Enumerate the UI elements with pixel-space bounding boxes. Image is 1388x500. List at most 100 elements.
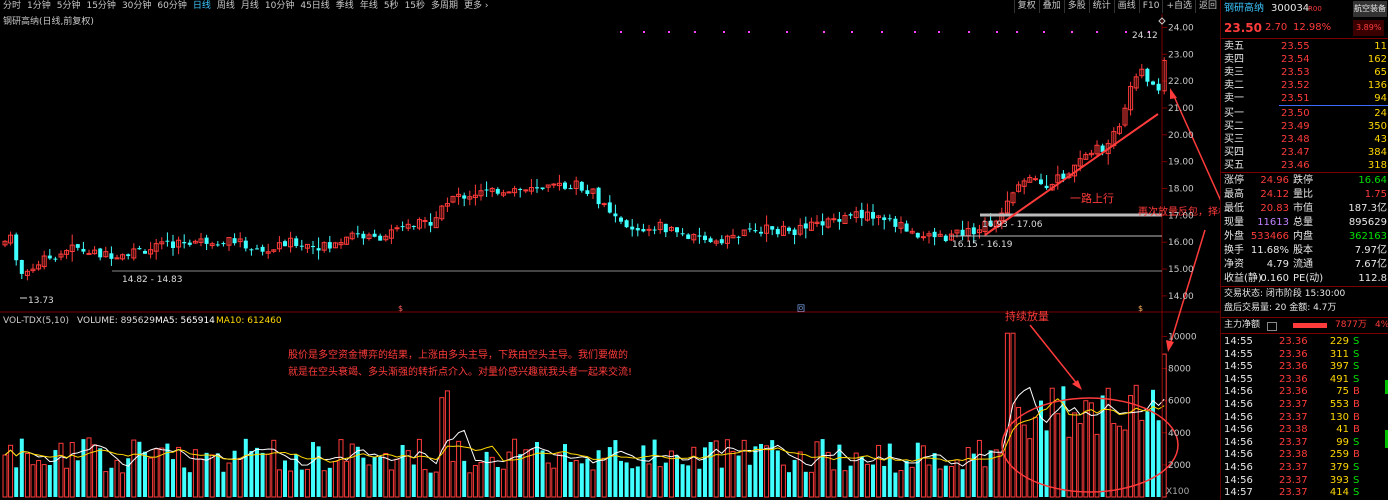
period-tab-2[interactable]: 5分钟 xyxy=(54,0,84,13)
period-tab-4[interactable]: 30分钟 xyxy=(119,0,154,13)
stat-label: 最高 xyxy=(1224,189,1244,200)
period-tab-8[interactable]: 月线 xyxy=(238,0,262,13)
period-tab-9[interactable]: 10分钟 xyxy=(262,0,297,13)
tick-row: 14:56 23.38 259 B xyxy=(1221,448,1388,461)
toolbar-right-button-1[interactable]: 叠加 xyxy=(1038,0,1064,13)
period-tab-13[interactable]: 5秒 xyxy=(381,0,402,13)
orderbook-row[interactable]: 买四 23.47 384 xyxy=(1221,146,1388,159)
tick-volume: 229 xyxy=(1329,336,1349,347)
price-axis-tick: 14.00 xyxy=(1168,292,1194,302)
tick-row: 14:55 23.36 397 S xyxy=(1221,360,1388,373)
toolbar-right-button-0[interactable]: 复权 xyxy=(1013,0,1039,13)
period-tab-1[interactable]: 1分钟 xyxy=(24,0,54,13)
orderbook-price: 23.54 xyxy=(1281,54,1310,65)
period-tab-3[interactable]: 15分钟 xyxy=(83,0,118,13)
orderbook-row[interactable]: 卖四 23.54 162 xyxy=(1221,53,1388,66)
orderbook-row[interactable]: 买一 23.50 24 xyxy=(1221,107,1388,120)
tick-row: 14:56 23.38 41 B xyxy=(1221,423,1388,436)
tick-volume: 311 xyxy=(1329,348,1349,360)
orderbook-row[interactable]: 卖五 23.55 11 xyxy=(1221,40,1388,53)
tick-volume: 99 xyxy=(1336,436,1349,448)
tick-price: 23.37 xyxy=(1279,436,1308,448)
orderbook-row[interactable]: 买三 23.48 43 xyxy=(1221,133,1388,146)
period-tab-11[interactable]: 季线 xyxy=(333,0,357,13)
price-axis-tick: 18.00 xyxy=(1168,185,1194,195)
volume-axis-tick: 2000 xyxy=(1168,461,1191,471)
stat-row: 最高 24.12 量比 1.75 xyxy=(1221,188,1388,201)
orderbook-volume: 11 xyxy=(1374,41,1387,52)
period-tab-15[interactable]: 多周期 xyxy=(428,0,461,13)
tick-side: S xyxy=(1353,348,1360,360)
period-tab-10[interactable]: 45日线 xyxy=(297,0,332,13)
period-tab-0[interactable]: 分时 xyxy=(0,0,24,13)
period-tab-7[interactable]: 周线 xyxy=(214,0,238,13)
orderbook-row[interactable]: 买二 23.49 350 xyxy=(1221,120,1388,133)
tick-time: 14:56 xyxy=(1224,449,1253,461)
vol-unit-label: X100 xyxy=(1166,487,1190,497)
toolbar-right-button-4[interactable]: 画线 xyxy=(1113,0,1139,13)
toolbar-right-button-6[interactable]: +自选 xyxy=(1162,0,1195,13)
flow-toggle-icon[interactable] xyxy=(1267,322,1277,331)
orderbook-row[interactable]: 买五 23.46 318 xyxy=(1221,159,1388,172)
stock-name[interactable]: 钢研高纳 xyxy=(1224,1,1264,17)
vol-legend-ma10: MA10: 612460 xyxy=(216,316,282,326)
volume-axis-tick: 6000 xyxy=(1168,397,1191,407)
tick-price: 23.36 xyxy=(1279,373,1308,385)
period-tab-16[interactable]: 更多 › xyxy=(461,0,491,13)
toolbar-right-button-2[interactable]: 多股 xyxy=(1063,0,1089,13)
tick-volume: 130 xyxy=(1329,411,1349,423)
annotation-note-line2: 就是在空头衰竭、多头渐强的转折点介入。对量价感兴趣就我头者一起来交流! xyxy=(288,365,632,378)
label-range3: 16.93 - 17.06 xyxy=(982,220,1043,230)
orderbook-row[interactable]: 卖一 23.51 94 xyxy=(1221,92,1388,105)
price-axis-tick: 15.00 xyxy=(1168,265,1194,275)
stat-label: 收益(静) xyxy=(1224,273,1262,284)
event-marker-1: $ xyxy=(398,304,403,313)
price-axis-tick: 22.00 xyxy=(1168,77,1194,87)
vol-legend-volume: VOLUME: 895629 xyxy=(77,316,155,326)
stat-row: 最低 20.83 市值 187.3亿 xyxy=(1221,202,1388,215)
tick-price: 23.36 xyxy=(1279,336,1308,347)
volume-axis-tick: 4000 xyxy=(1168,429,1191,439)
stat-row: 收益(静) 0.160 PE(动) 112.8 xyxy=(1221,272,1388,285)
toolbar-right-button-3[interactable]: 统计 xyxy=(1088,0,1114,13)
stock-code: 300034 xyxy=(1271,3,1310,14)
stat-label: PE(动) xyxy=(1293,273,1324,284)
trade-status: 交易状态: 闭市阶段 15:30:00 xyxy=(1224,289,1346,299)
stat-label: 市值 xyxy=(1293,203,1313,214)
stat-value: 4.79 xyxy=(1266,259,1289,270)
tick-row: 14:56 23.37 393 S xyxy=(1221,474,1388,487)
period-tab-5[interactable]: 60分钟 xyxy=(154,0,189,13)
orderbook-label: 卖四 xyxy=(1224,54,1244,65)
tick-time: 14:55 xyxy=(1224,348,1253,360)
tick-row: 14:57 23.37 414 S xyxy=(1221,486,1388,499)
stat-label: 涨停 xyxy=(1224,175,1244,186)
stat-value: 0.160 xyxy=(1260,273,1289,284)
period-tab-6[interactable]: 日线 xyxy=(190,0,214,13)
label-range2: 16.15 - 16.19 xyxy=(952,240,1013,250)
annotation-trend: 一路上行 xyxy=(1070,192,1114,205)
period-tab-12[interactable]: 年线 xyxy=(357,0,381,13)
tick-row: 14:55 23.36 311 S xyxy=(1221,348,1388,361)
toolbar-right-button-7[interactable]: 返回 xyxy=(1194,0,1220,13)
orderbook-row[interactable]: 卖二 23.52 136 xyxy=(1221,79,1388,92)
stat-value: 187.3亿 xyxy=(1348,203,1387,214)
stat-label: 现量 xyxy=(1224,217,1244,228)
orderbook-row[interactable]: 卖三 23.53 65 xyxy=(1221,66,1388,79)
orderbook-price: 23.53 xyxy=(1281,67,1310,78)
event-marker-3: $ xyxy=(1138,304,1143,313)
orderbook-volume: 94 xyxy=(1374,93,1387,104)
kline-chart[interactable]: 钢研高纳(日线,前复权) 24.12 13.73 14.82 - 14.83 1… xyxy=(0,0,1220,500)
toolbar-right-button-5[interactable]: F10 xyxy=(1138,0,1163,13)
tick-side: S xyxy=(1353,474,1360,486)
period-tab-14[interactable]: 15秒 xyxy=(402,0,428,13)
price-change: 2.70 xyxy=(1265,22,1288,33)
stat-value: 533466 xyxy=(1250,231,1289,242)
sector-title[interactable]: 航空装备 xyxy=(1353,1,1387,17)
orderbook-price: 23.49 xyxy=(1281,121,1310,132)
tick-price: 23.37 xyxy=(1279,487,1308,499)
tick-side: B xyxy=(1353,411,1360,423)
stat-label: 总量 xyxy=(1293,217,1313,228)
orderbook-price: 23.55 xyxy=(1281,41,1310,52)
tick-volume: 414 xyxy=(1329,487,1349,499)
tick-side: B xyxy=(1353,386,1360,398)
